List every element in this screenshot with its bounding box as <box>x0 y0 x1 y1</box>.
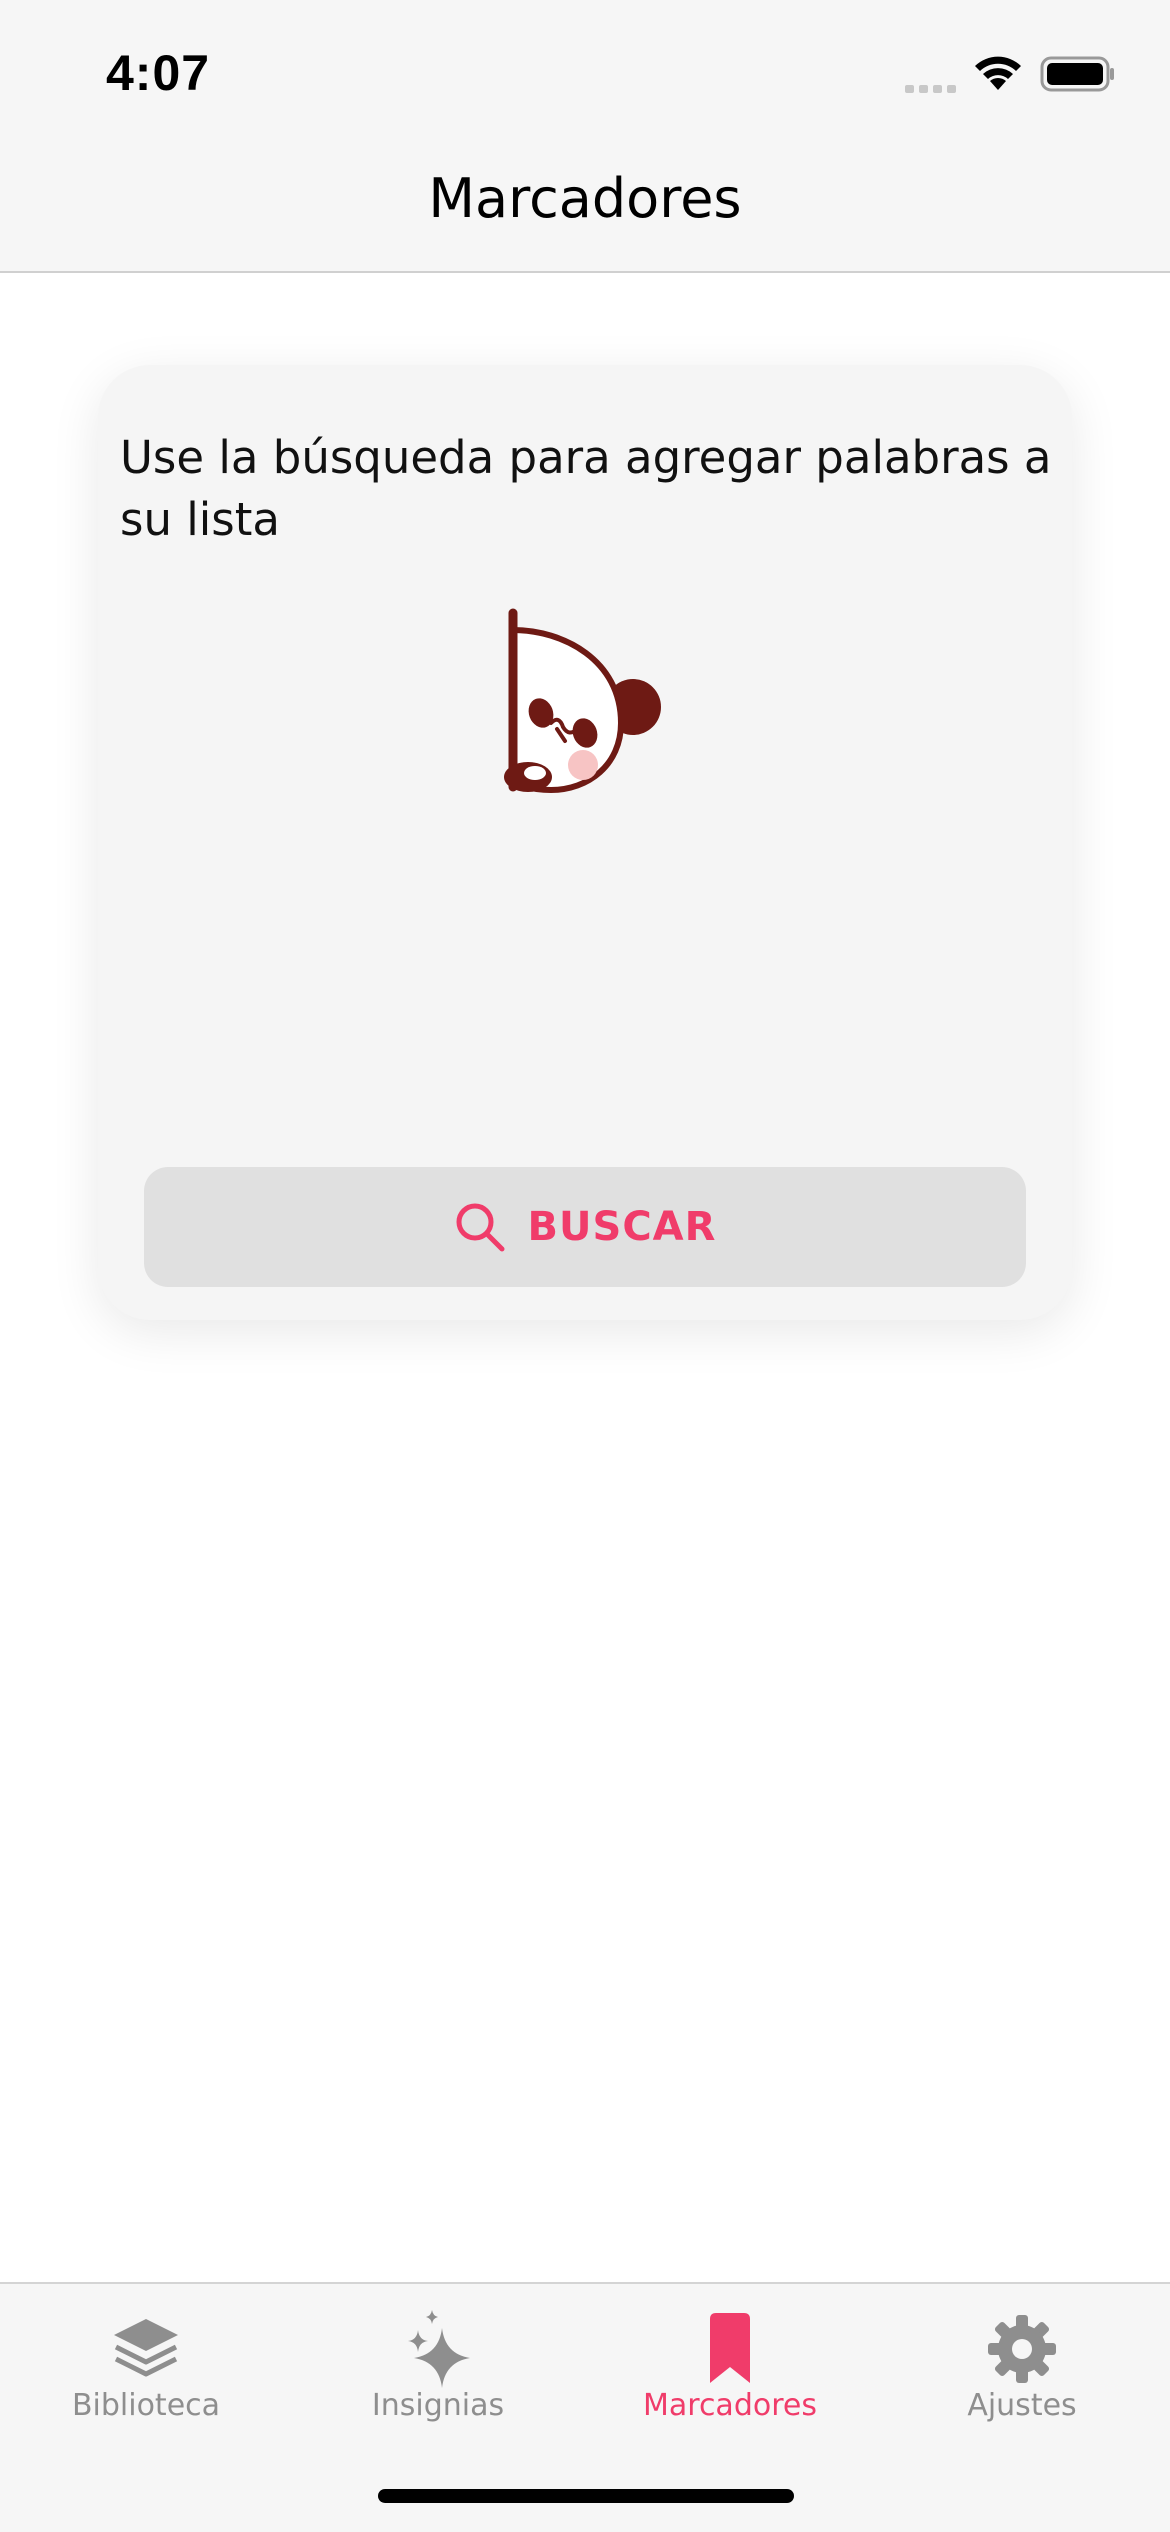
wifi-icon <box>970 50 1026 96</box>
tab-insignias[interactable]: Insignias <box>292 2284 584 2444</box>
battery-icon <box>1040 56 1116 96</box>
status-bar: 4:07 <box>0 0 1170 145</box>
tab-label: Insignias <box>371 2388 505 2423</box>
bookmark-icon <box>706 2310 754 2388</box>
search-button-label: BUSCAR <box>527 1204 717 1250</box>
layers-icon <box>110 2310 182 2388</box>
tab-label: Biblioteca <box>71 2388 221 2423</box>
home-indicator <box>378 2489 794 2503</box>
status-time: 4:07 <box>106 45 211 101</box>
navigation-bar: Marcadores <box>0 145 1170 273</box>
tab-ajustes[interactable]: Ajustes <box>876 2284 1168 2444</box>
tab-biblioteca[interactable]: Biblioteca <box>0 2284 292 2444</box>
tab-marcadores[interactable]: Marcadores <box>584 2284 876 2444</box>
tab-label: Ajustes <box>967 2388 1077 2423</box>
gear-icon <box>987 2310 1057 2388</box>
signal-dots-icon <box>905 80 959 99</box>
search-button[interactable]: BUSCAR <box>144 1167 1026 1287</box>
tab-label: Marcadores <box>643 2388 817 2423</box>
page-title: Marcadores <box>428 166 742 230</box>
empty-state-message: Use la búsqueda para agregar palabras a … <box>120 431 1052 546</box>
sparkles-icon <box>402 2310 474 2388</box>
empty-state-card: Use la búsqueda para agregar palabras a … <box>98 365 1072 1320</box>
search-icon <box>454 1201 506 1253</box>
panda-peeking-icon <box>493 605 673 809</box>
